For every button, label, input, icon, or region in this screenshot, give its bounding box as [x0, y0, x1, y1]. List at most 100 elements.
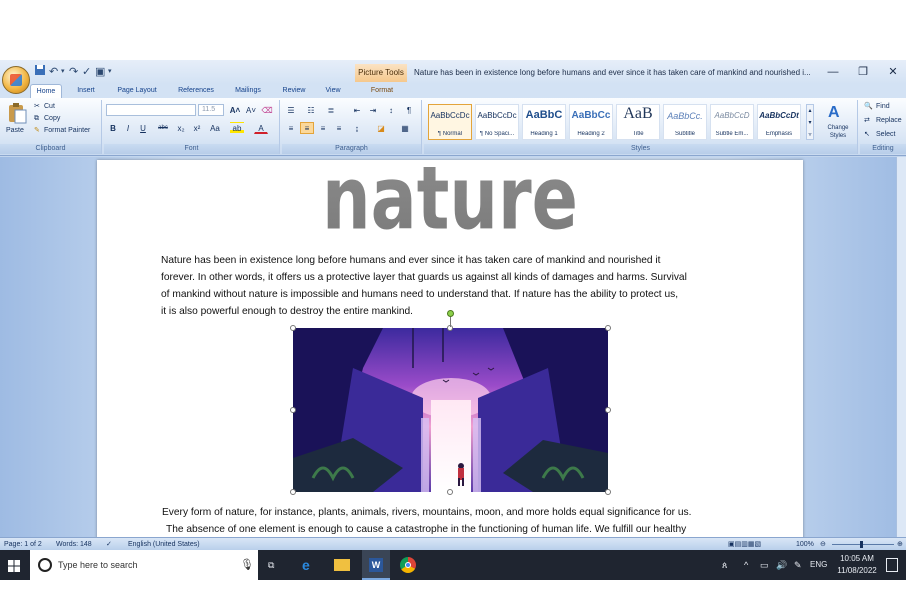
- format-painter-button[interactable]: Format Painter: [44, 126, 90, 136]
- clock[interactable]: 10:05 AM 11/08/2022: [834, 553, 880, 577]
- office-button[interactable]: [2, 66, 30, 94]
- underline-icon[interactable]: U: [136, 122, 150, 134]
- select-button[interactable]: Select: [876, 130, 895, 140]
- rotate-handle[interactable]: [447, 310, 454, 317]
- paste-button[interactable]: Paste: [6, 126, 24, 136]
- pen-icon[interactable]: ✎: [794, 550, 802, 580]
- style-normal[interactable]: AaBbCcDc ¶ Normal: [428, 104, 472, 140]
- styles-scroll[interactable]: ▴ ▾ ▿: [806, 104, 814, 140]
- highlight-icon[interactable]: ab: [230, 122, 244, 134]
- multilevel-list-icon[interactable]: ≣: [324, 104, 338, 116]
- tab-page-layout[interactable]: Page Layout: [110, 84, 164, 98]
- customize-qat-icon[interactable]: ▾: [108, 64, 112, 80]
- close-button[interactable]: ✕: [880, 62, 906, 82]
- select-icon[interactable]: ↖: [864, 130, 870, 140]
- show-formatting-icon[interactable]: ¶: [402, 104, 416, 116]
- superscript-icon[interactable]: x²: [190, 122, 204, 134]
- zoom-slider[interactable]: [832, 544, 894, 545]
- wordart-title[interactable]: nature: [319, 162, 581, 252]
- task-view-icon[interactable]: ⧉: [268, 550, 274, 580]
- italic-icon[interactable]: I: [121, 122, 135, 134]
- find-button[interactable]: Find: [876, 102, 890, 112]
- resize-handle[interactable]: [605, 325, 611, 331]
- undo-icon[interactable]: ↶: [49, 64, 58, 80]
- vertical-scrollbar[interactable]: [896, 157, 906, 537]
- cut-button[interactable]: Cut: [44, 102, 55, 112]
- style-heading-1[interactable]: AaBbC Heading 1: [522, 104, 566, 140]
- windows-start-icon[interactable]: [8, 559, 20, 572]
- font-color-icon[interactable]: A: [254, 122, 268, 134]
- find-icon[interactable]: 🔍: [864, 102, 873, 112]
- tab-view[interactable]: View: [318, 84, 348, 98]
- tab-review[interactable]: Review: [276, 84, 312, 98]
- strikethrough-icon[interactable]: abc: [156, 122, 170, 134]
- tab-home[interactable]: Home: [30, 84, 62, 99]
- resize-handle[interactable]: [290, 325, 296, 331]
- print-preview-icon[interactable]: ▣: [95, 64, 105, 80]
- resize-handle[interactable]: [290, 489, 296, 495]
- align-center-icon[interactable]: ≡: [300, 122, 314, 134]
- subscript-icon[interactable]: x₂: [174, 122, 188, 134]
- style-no-spacing[interactable]: AaBbCcDc ¶ No Spaci...: [475, 104, 519, 140]
- change-styles-button[interactable]: Change Styles: [822, 124, 854, 140]
- style-subtitle[interactable]: AaBbCc. Subtitle: [663, 104, 707, 140]
- nature-illustration[interactable]: [293, 328, 608, 492]
- paste-icon[interactable]: [6, 102, 28, 124]
- copy-icon[interactable]: ⧉: [34, 114, 39, 124]
- copy-button[interactable]: Copy: [44, 114, 60, 124]
- edge-icon[interactable]: e: [302, 550, 310, 580]
- network-icon[interactable]: ▭: [760, 550, 769, 580]
- font-name-combo[interactable]: [106, 104, 196, 116]
- align-right-icon[interactable]: ≡: [316, 122, 330, 134]
- bullets-icon[interactable]: ☰: [284, 104, 298, 116]
- numbering-icon[interactable]: ☷: [304, 104, 318, 116]
- change-styles-icon[interactable]: A: [828, 104, 840, 122]
- decrease-indent-icon[interactable]: ⇤: [350, 104, 364, 116]
- people-icon[interactable]: ጰ: [722, 550, 727, 580]
- style-subtle-emphasis[interactable]: AaBbCcD Subtle Em...: [710, 104, 754, 140]
- show-hidden-icons[interactable]: ^: [744, 550, 748, 580]
- redo-icon[interactable]: ↷: [69, 64, 78, 80]
- justify-icon[interactable]: ≡: [332, 122, 346, 134]
- style-emphasis[interactable]: AaBbCcDt Emphasis: [757, 104, 801, 140]
- replace-button[interactable]: Replace: [876, 116, 902, 126]
- resize-handle[interactable]: [605, 489, 611, 495]
- tab-insert[interactable]: Insert: [70, 84, 102, 98]
- increase-indent-icon[interactable]: ⇥: [366, 104, 380, 116]
- format-painter-icon[interactable]: ✎: [34, 126, 40, 136]
- change-case-icon[interactable]: Aa: [208, 122, 222, 134]
- resize-handle[interactable]: [447, 489, 453, 495]
- resize-handle[interactable]: [605, 407, 611, 413]
- style-title[interactable]: AaB Title: [616, 104, 660, 140]
- tab-references[interactable]: References: [172, 84, 220, 98]
- document-page[interactable]: nature Nature has been in existence long…: [97, 160, 803, 540]
- cut-icon[interactable]: ✂: [34, 102, 40, 112]
- borders-icon[interactable]: ▦: [398, 122, 412, 134]
- font-size-combo[interactable]: 11.5: [198, 104, 224, 116]
- microphone-icon[interactable]: 🎙: [240, 558, 254, 571]
- zoom-slider-thumb[interactable]: [860, 541, 863, 548]
- file-explorer-icon[interactable]: [334, 559, 350, 571]
- chrome-icon[interactable]: [400, 557, 416, 573]
- volume-icon[interactable]: 🔊: [776, 550, 787, 580]
- replace-icon[interactable]: ⇄: [864, 116, 870, 126]
- spelling-icon[interactable]: ✓: [82, 64, 91, 80]
- tab-format[interactable]: Format: [362, 84, 402, 98]
- taskbar-search[interactable]: Type here to search 🎙: [30, 550, 258, 580]
- clear-formatting-icon[interactable]: ⌫: [260, 104, 274, 116]
- bold-icon[interactable]: B: [106, 122, 120, 134]
- input-language[interactable]: ENG: [810, 550, 827, 580]
- line-spacing-icon[interactable]: ↨: [350, 122, 364, 134]
- save-icon[interactable]: [34, 64, 46, 80]
- undo-dropdown-icon[interactable]: ▾: [61, 64, 65, 80]
- notifications-icon[interactable]: [886, 558, 898, 572]
- shading-icon[interactable]: ◪: [374, 122, 388, 134]
- style-heading-2[interactable]: AaBbCc Heading 2: [569, 104, 613, 140]
- shrink-font-icon[interactable]: A˅: [244, 104, 258, 116]
- tab-mailings[interactable]: Mailings: [228, 84, 268, 98]
- minimize-button[interactable]: —: [820, 62, 846, 82]
- grow-font-icon[interactable]: A˄: [228, 104, 242, 116]
- resize-handle[interactable]: [290, 407, 296, 413]
- word-taskbar-button[interactable]: W: [362, 550, 390, 580]
- restore-button[interactable]: ❐: [850, 62, 876, 82]
